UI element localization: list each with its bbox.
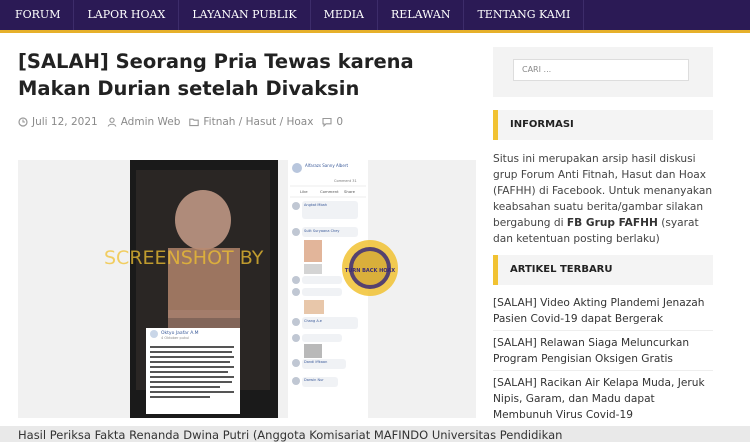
widget-heading-informasi: INFORMASI — [493, 110, 713, 140]
meta-date-text: Juli 12, 2021 — [32, 116, 98, 128]
meta-category-text[interactable]: Fitnah / Hasut / Hoax — [203, 116, 313, 128]
latest-article-link[interactable]: [SALAH] Relawan Siaga Meluncurkan Progra… — [493, 335, 713, 371]
article-meta: Juli 12, 2021 Admin Web Fitnah / Hasut /… — [18, 116, 352, 128]
widget-heading-artikel-terbaru-text: ARTIKEL TERBARU — [510, 264, 613, 275]
comment-author-3: Chang A.e — [304, 319, 322, 323]
article-body: Hasil Periksa Fakta Renanda Dwina Putri … — [18, 428, 563, 442]
user-icon — [107, 117, 117, 127]
nav-item-tentang-kami[interactable]: TENTANG KAMI — [464, 0, 585, 30]
info-text: Situs ini merupakan arsip hasil diskusi … — [493, 151, 713, 247]
featured-image[interactable]: Oktyo Jaafar A.M 4 Oktober pukul Alfaraz… — [18, 160, 476, 418]
screenshot-collage: Oktyo Jaafar A.M 4 Oktober pukul Alfaraz… — [104, 160, 398, 418]
right-post-action-comment: Comment — [320, 189, 339, 194]
blurred-face — [175, 190, 231, 250]
badge-text: TURN BACK HOAX — [345, 268, 395, 274]
latest-article-link[interactable]: [SALAH] Video Akting Plandemi Jenazah Pa… — [493, 295, 713, 331]
nav-item-layanan-publik[interactable]: LAYANAN PUBLIK — [179, 0, 311, 30]
widget-heading-informasi-text: INFORMASI — [510, 119, 574, 130]
latest-articles-list: [SALAH] Video Akting Plandemi Jenazah Pa… — [493, 295, 713, 427]
right-post-action-like: Like — [300, 189, 308, 194]
top-navigation: FORUM LAPOR HOAX LAYANAN PUBLIK MEDIA RE… — [0, 0, 750, 30]
nav-item-lapor-hoax[interactable]: LAPOR HOAX — [74, 0, 180, 30]
left-post-time: 4 Oktober pukul — [161, 336, 189, 340]
info-link-fb-group[interactable]: FB Grup FAFHH — [567, 217, 658, 229]
folder-icon — [189, 118, 200, 127]
widget-heading-artikel-terbaru: ARTIKEL TERBARU — [493, 255, 713, 285]
right-post-action-share: Share — [344, 189, 356, 194]
search-input[interactable]: CARI ... — [513, 59, 689, 81]
latest-article-link[interactable]: [SALAH] Racikan Air Kelapa Muda, Jeruk N… — [493, 375, 713, 423]
meta-comments-text[interactable]: 0 — [336, 116, 343, 128]
page-content: [SALAH] Seorang Pria Tewas karena Makan … — [0, 33, 750, 442]
meta-date: Juli 12, 2021 — [18, 116, 98, 128]
article: [SALAH] Seorang Pria Tewas karena Makan … — [18, 48, 562, 442]
article-title: [SALAH] Seorang Pria Tewas karena Makan … — [18, 50, 414, 100]
comment-icon — [322, 117, 332, 127]
comment-author-1: Angkat Mbah — [304, 203, 327, 207]
comment-author-2: Sulit Suryaana Chey — [304, 229, 339, 233]
widget-heading-accent — [493, 255, 498, 285]
search-widget: CARI ... — [493, 47, 713, 97]
nav-item-forum[interactable]: FORUM — [0, 0, 75, 30]
meta-author-text[interactable]: Admin Web — [121, 116, 181, 128]
meta-comments[interactable]: 0 — [322, 116, 343, 128]
comment-author-4: Dandi Iffkaan — [304, 360, 327, 364]
watermark-text: SCREENSHOT BY — [104, 247, 264, 269]
meta-category[interactable]: Fitnah / Hasut / Hoax — [189, 116, 313, 128]
right-post-author: Alfarazs Sanny Albert — [305, 163, 348, 168]
nav-item-relawan[interactable]: RELAWAN — [378, 0, 465, 30]
comment-author-5: Darwin Nur — [304, 378, 324, 382]
clock-icon — [18, 117, 28, 127]
right-post-comment-count: Comment 31 — [334, 179, 357, 183]
nav-item-media[interactable]: MEDIA — [311, 0, 378, 30]
widget-heading-accent — [493, 110, 498, 140]
turn-back-hoax-badge-icon: TURN BACK HOAX — [342, 240, 398, 296]
meta-author[interactable]: Admin Web — [107, 116, 181, 128]
